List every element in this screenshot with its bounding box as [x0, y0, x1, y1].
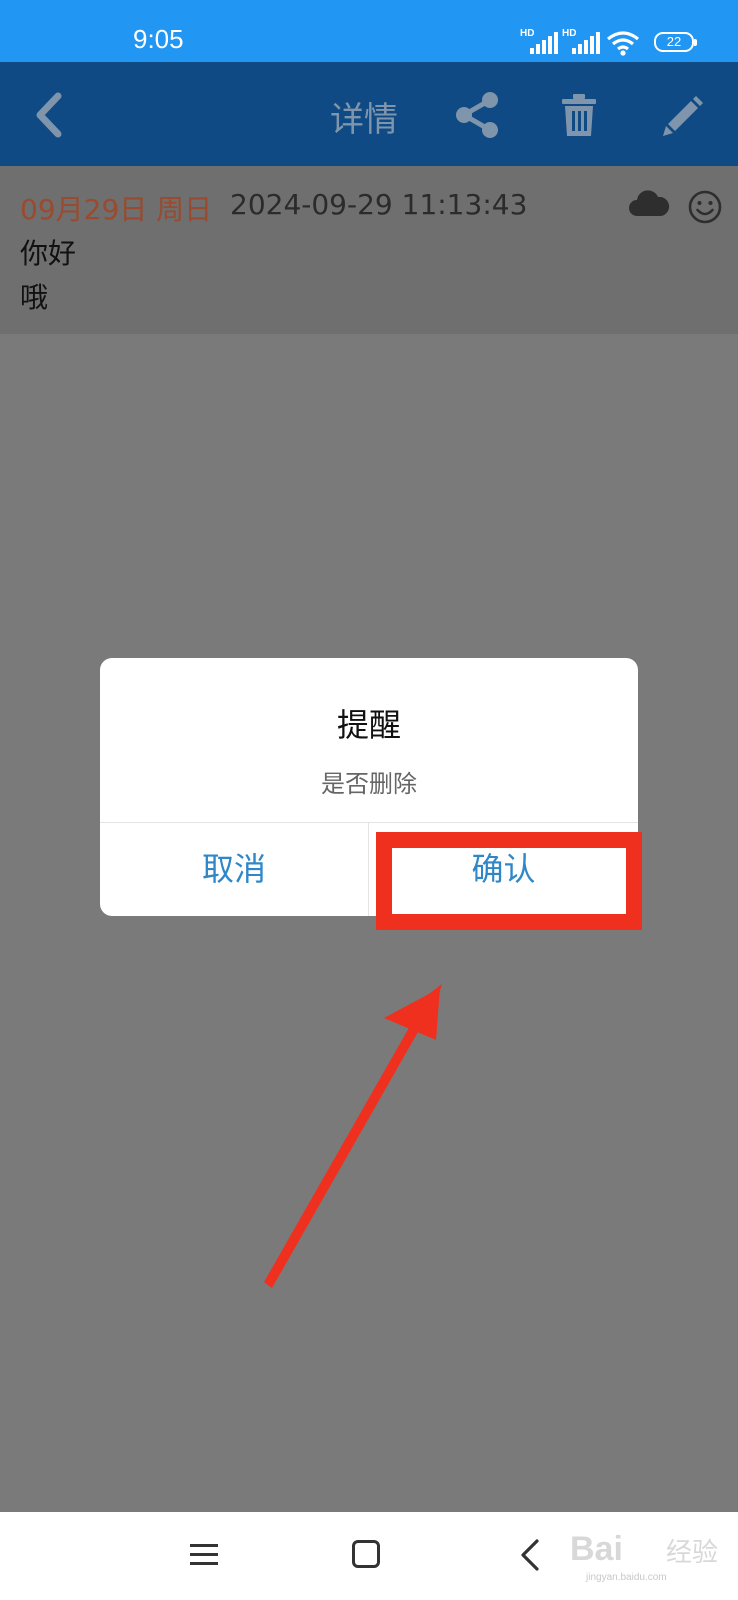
edit-icon[interactable] — [658, 90, 708, 140]
share-icon[interactable] — [452, 90, 502, 140]
back-icon[interactable] — [26, 90, 76, 140]
smiley-icon — [688, 190, 722, 224]
record-card: 09月29日 周日 2024-09-29 11:13:43 你好 哦 — [0, 166, 738, 334]
annotation-highlight-box — [376, 832, 642, 930]
cloud-icon — [629, 190, 670, 216]
menu-icon[interactable] — [190, 1542, 218, 1568]
record-line: 你好 — [20, 237, 77, 270]
wifi-icon — [607, 31, 639, 56]
record-date-label: 09月29日 周日 — [20, 193, 213, 226]
page-title: 详情 — [330, 100, 398, 140]
status-time: 9:05 — [133, 24, 184, 54]
watermark-url: jingyan.baidu.com — [586, 1572, 667, 1583]
baidu-watermark: Bai 经验 jingyan.baidu.com — [570, 1528, 720, 1584]
home-icon[interactable] — [352, 1540, 380, 1568]
watermark-brand: Bai — [570, 1530, 623, 1568]
back-nav-icon[interactable] — [518, 1538, 542, 1572]
record-line: 哦 — [20, 281, 49, 314]
signal-2-icon: HD — [562, 28, 600, 54]
app-bar: 详情 — [0, 62, 738, 166]
trash-icon[interactable] — [554, 90, 604, 140]
battery-level: 22 — [666, 34, 682, 49]
watermark-cn: 经验 — [666, 1538, 719, 1568]
cancel-button[interactable]: 取消 — [100, 823, 368, 916]
dialog-message: 是否删除 — [321, 770, 417, 798]
signal-1-icon: HD — [520, 28, 558, 54]
battery-icon: 22 — [654, 32, 697, 52]
status-bar: 9:05 HD HD 22 — [0, 0, 738, 62]
dialog-title: 提醒 — [336, 706, 401, 744]
annotation-arrow-icon — [264, 984, 442, 1288]
record-datetime: 2024-09-29 11:13:43 — [230, 188, 528, 221]
